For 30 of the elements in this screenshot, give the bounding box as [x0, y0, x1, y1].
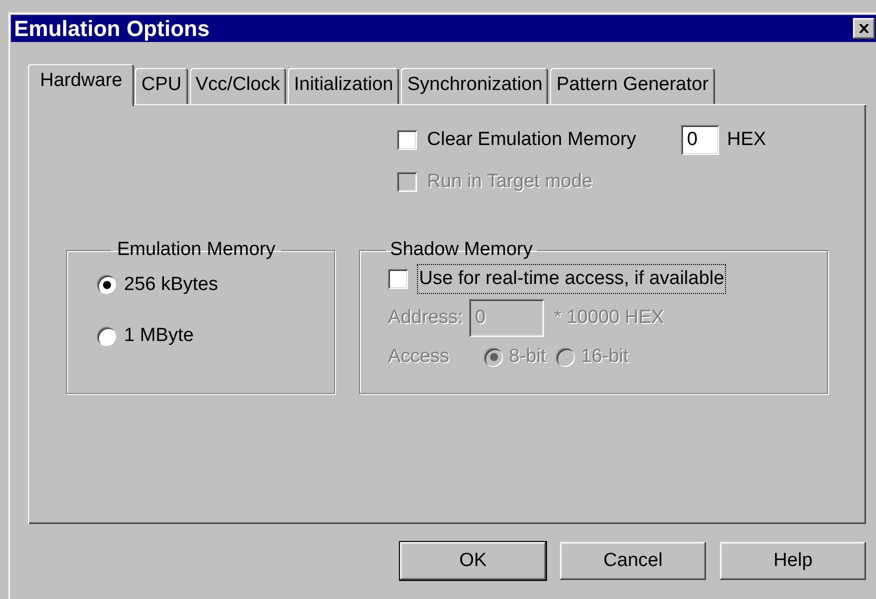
- unit-label: HEX: [727, 128, 766, 152]
- dialog-button[interactable]: Cancel: [560, 542, 706, 580]
- checkbox[interactable]: [388, 268, 408, 289]
- group-title: Emulation Memory: [116, 238, 276, 262]
- radio-label: 16-bit: [581, 345, 629, 369]
- dialog-button[interactable]: Help: [720, 542, 866, 580]
- checkbox-label: Use for real-time access, if available: [418, 264, 726, 293]
- radio-button[interactable]: [97, 275, 116, 294]
- tab[interactable]: Initialization: [288, 68, 400, 104]
- tab[interactable]: Synchronization: [401, 68, 548, 104]
- tab[interactable]: Vcc/Clock: [190, 68, 286, 104]
- close-icon: [859, 24, 869, 33]
- unit-label: * 10000 HEX: [554, 306, 664, 330]
- checkbox-label: Run in Target mode: [427, 170, 592, 194]
- radio-label: 8-bit: [509, 345, 546, 369]
- address-label: Address:: [388, 306, 464, 330]
- dialog-button[interactable]: OK: [400, 542, 546, 580]
- tab[interactable]: Hardware: [28, 64, 134, 106]
- group-title: Shadow Memory: [389, 238, 534, 262]
- tab[interactable]: CPU: [135, 68, 188, 104]
- access-label: Access: [388, 345, 450, 369]
- radio-label: 256 kBytes: [124, 272, 218, 296]
- checkbox[interactable]: [397, 130, 417, 150]
- close-button[interactable]: [853, 18, 875, 39]
- radio-label: 1 MByte: [124, 324, 194, 348]
- radio-button[interactable]: [97, 326, 116, 346]
- checkbox-label: Clear Emulation Memory: [427, 128, 638, 152]
- hex-input-field[interactable]: 0: [681, 125, 719, 155]
- tab[interactable]: Pattern Generator: [550, 68, 715, 104]
- window-title: Emulation Options: [14, 15, 210, 43]
